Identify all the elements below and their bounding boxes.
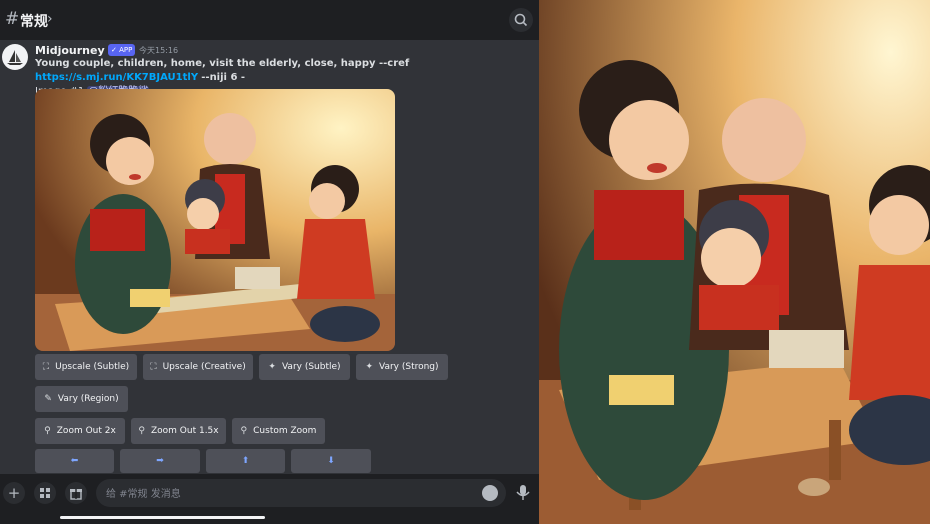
app-badge-label: APP	[119, 46, 133, 54]
sparkle-icon: ✦	[268, 362, 276, 372]
magnifier-icon: ⚲	[44, 426, 51, 436]
add-attachment-button[interactable]: +	[3, 482, 25, 504]
zoom-out-2x-button[interactable]: ⚲ Zoom Out 2x	[35, 418, 125, 444]
gift-button[interactable]	[65, 482, 87, 504]
apps-button[interactable]	[34, 482, 56, 504]
magnifier-icon: ⚲	[240, 426, 248, 436]
channel-name[interactable]: 常规	[20, 11, 48, 31]
magnifier-icon: ⚲	[138, 426, 145, 436]
app-badge: ✓ APP	[108, 44, 136, 56]
apps-icon	[40, 488, 50, 498]
search-button[interactable]	[509, 8, 533, 32]
microphone-icon	[516, 485, 530, 500]
upscale-creative-button[interactable]: ⛶ Upscale (Creative)	[143, 354, 253, 380]
pan-left-button[interactable]: ⬅	[35, 449, 114, 473]
vary-subtle-label: Vary (Subtle)	[281, 362, 341, 372]
custom-zoom-label: Custom Zoom	[253, 426, 317, 436]
zoom-out-2x-label: Zoom Out 2x	[56, 426, 116, 436]
vary-strong-label: Vary (Strong)	[378, 362, 439, 372]
message-input[interactable]	[104, 484, 468, 504]
emoji-icon[interactable]	[482, 485, 498, 501]
upscale-subtle-label: Upscale (Subtle)	[55, 362, 130, 372]
plus-icon: +	[7, 484, 21, 502]
vary-strong-button[interactable]: ✦ Vary (Strong)	[356, 354, 448, 380]
upscale-subtle-button[interactable]: ⛶ Upscale (Subtle)	[35, 354, 137, 380]
pan-up-button[interactable]: ⬆	[206, 449, 285, 473]
message-input-container[interactable]	[96, 479, 506, 507]
vary-subtle-button[interactable]: ✦ Vary (Subtle)	[259, 354, 350, 380]
vary-region-label: Vary (Region)	[57, 394, 119, 404]
family-illustration-large	[539, 0, 930, 524]
channel-header: # 常规 ›	[0, 0, 539, 40]
brush-icon: ✎	[44, 394, 52, 404]
cref-link[interactable]: https://s.mj.run/KK7BJAU1tlY	[35, 72, 198, 83]
upscale-creative-label: Upscale (Creative)	[162, 362, 246, 372]
avatar[interactable]	[2, 44, 28, 70]
gift-icon	[70, 489, 82, 500]
vary-region-button[interactable]: ✎ Vary (Region)	[35, 386, 128, 412]
chat-panel: # 常规 › Midjourney Bot ✓ APP 今天15:16 Youn…	[0, 0, 539, 524]
prompt-suffix: --niji 6 -	[201, 72, 246, 83]
microphone-button[interactable]	[513, 482, 533, 504]
chevron-right-icon[interactable]: ›	[47, 11, 53, 27]
image-preview-panel[interactable]	[539, 0, 930, 524]
expand-icon: ⛶	[150, 362, 157, 372]
generated-image[interactable]	[35, 89, 395, 351]
zoom-out-1-5x-button[interactable]: ⚲ Zoom Out 1.5x	[131, 418, 226, 444]
sailboat-icon	[7, 50, 23, 65]
channel-hash-icon: #	[5, 9, 20, 29]
pan-right-button[interactable]: ➡	[120, 449, 200, 473]
pan-down-button[interactable]: ⬇	[291, 449, 371, 473]
zoom-out-1-5x-label: Zoom Out 1.5x	[150, 426, 219, 436]
home-indicator[interactable]	[60, 516, 265, 519]
expand-icon: ⛶	[42, 362, 50, 372]
sparkle-icon: ✦	[365, 362, 373, 372]
custom-zoom-button[interactable]: ⚲ Custom Zoom	[232, 418, 325, 444]
message-timestamp: 今天15:16	[139, 46, 179, 55]
search-icon	[514, 13, 528, 27]
prompt-text: Young couple, children, home, visit the …	[35, 58, 410, 69]
family-illustration	[35, 89, 395, 351]
